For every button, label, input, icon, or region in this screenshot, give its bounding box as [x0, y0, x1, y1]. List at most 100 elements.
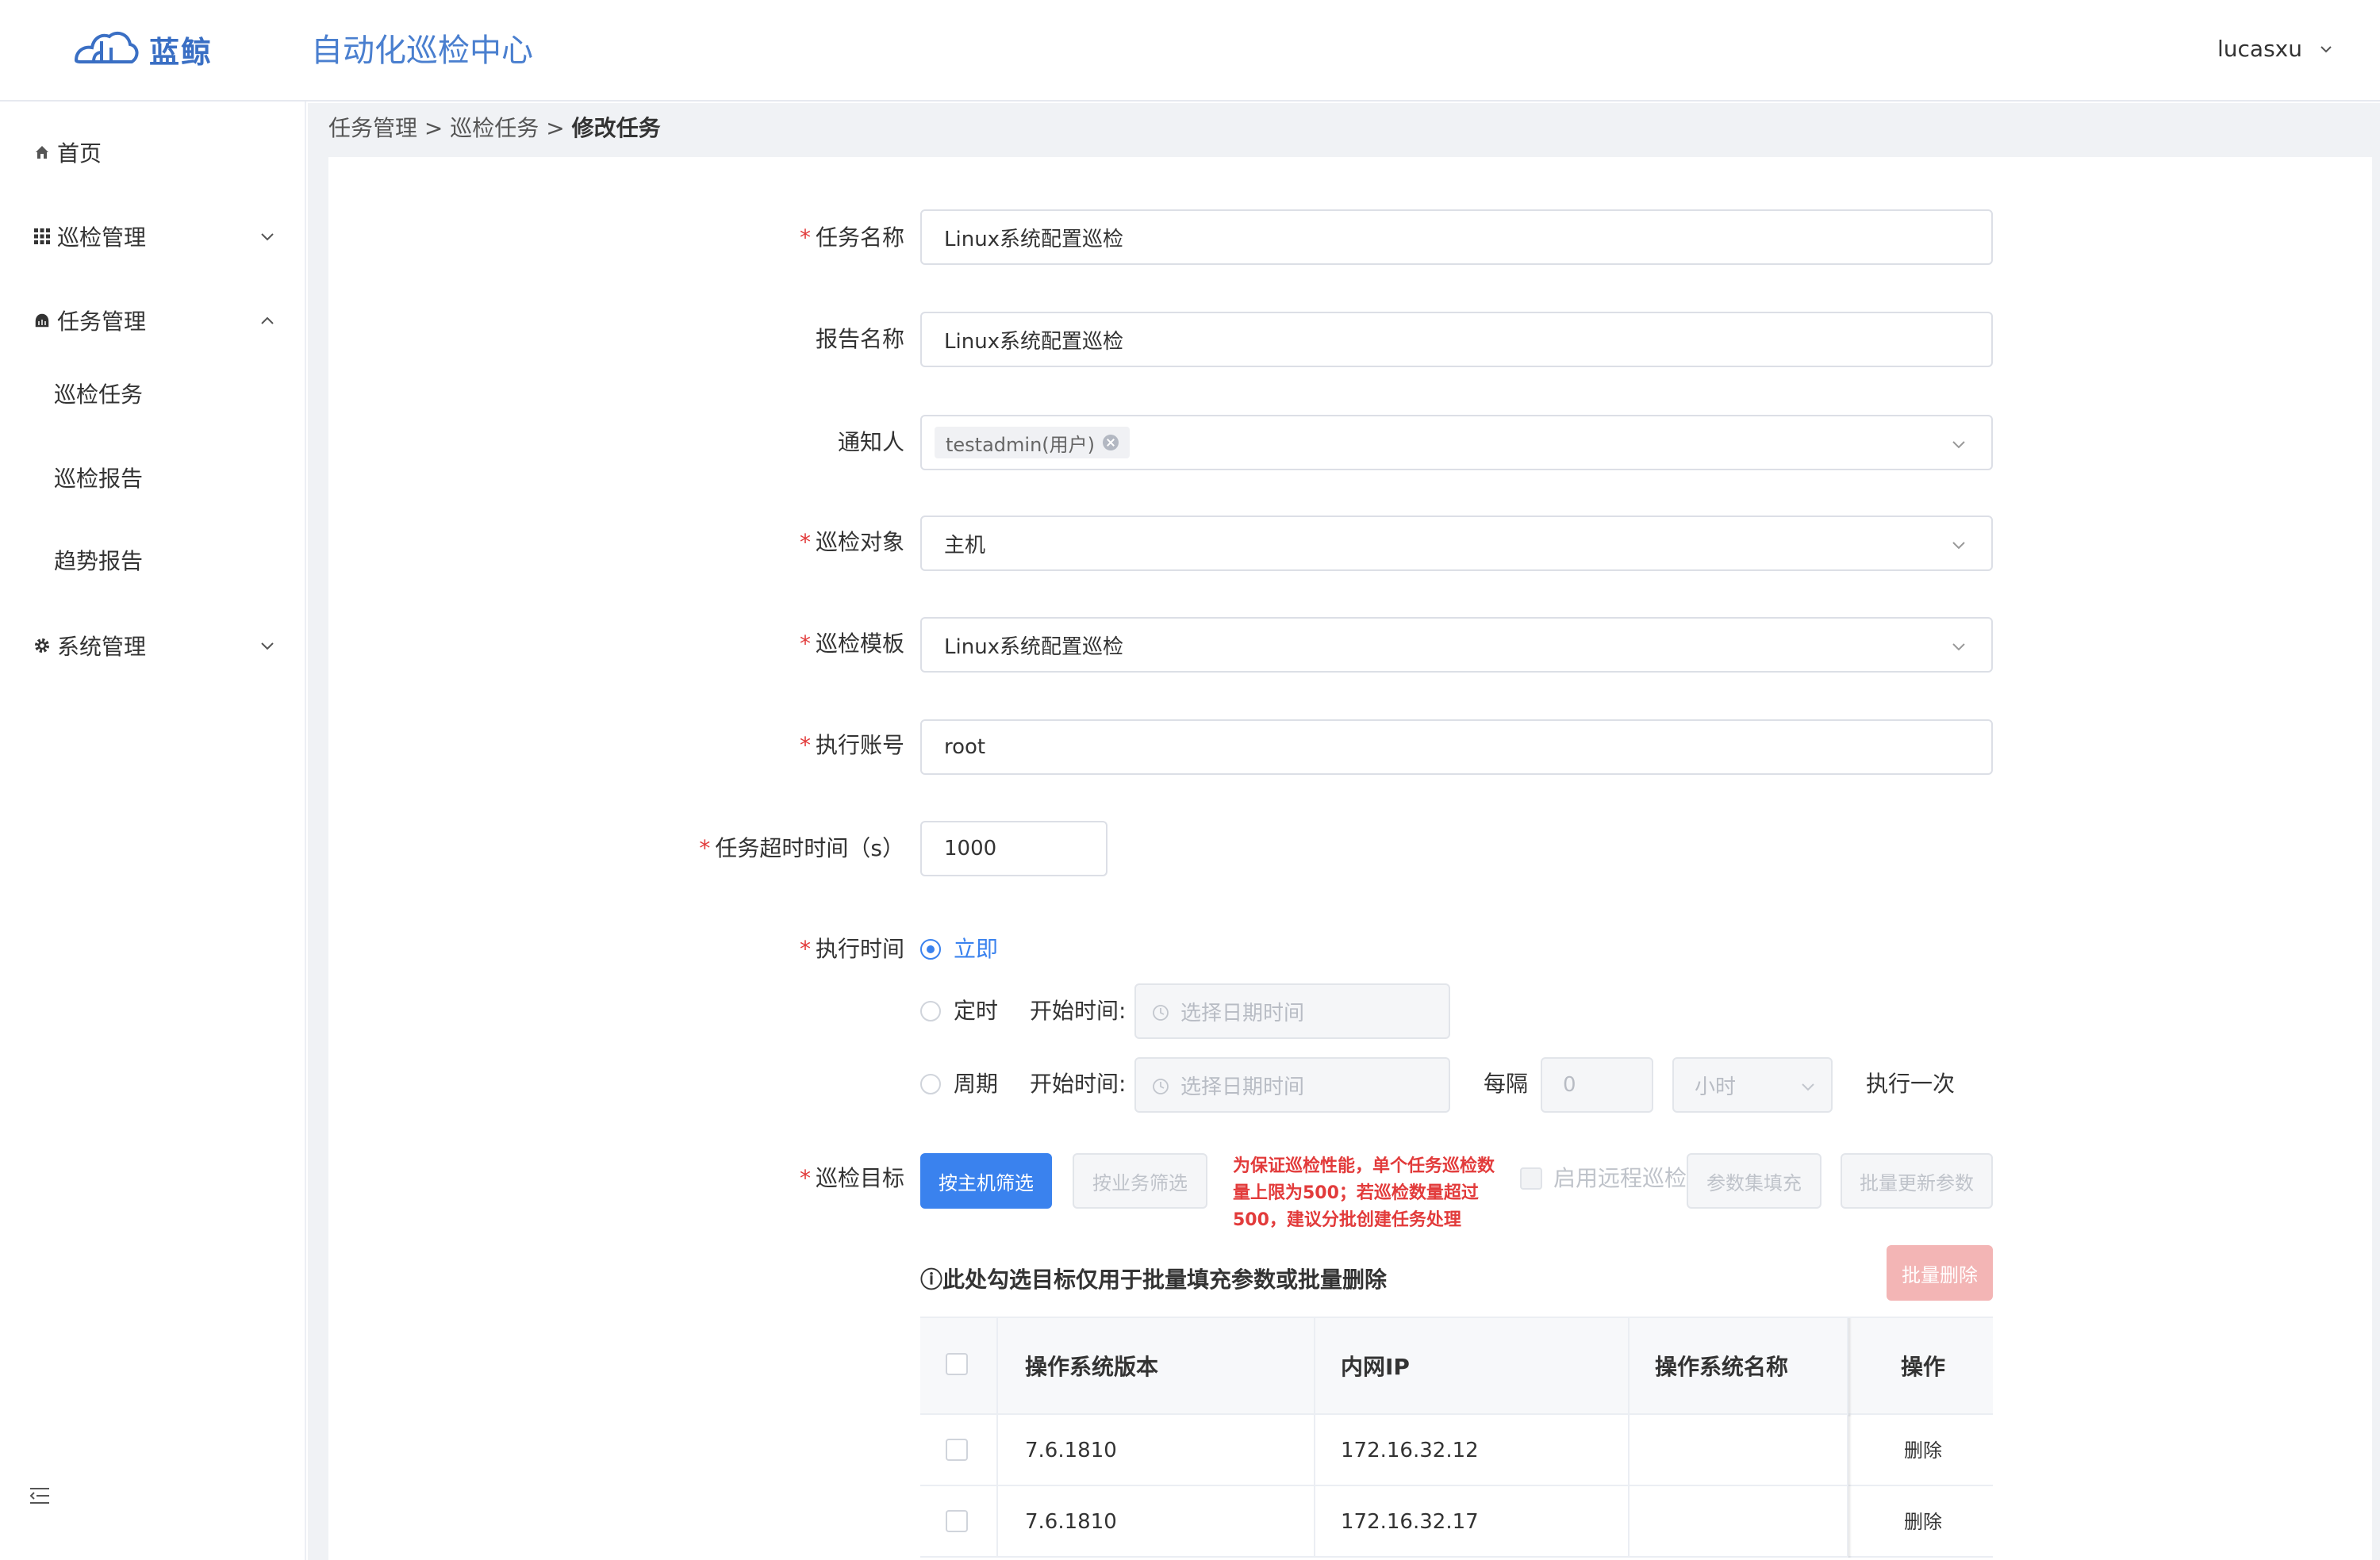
- notify-label: 通知人: [837, 429, 904, 455]
- exec-time-label: * 执行时间: [799, 936, 904, 962]
- column-divider: [1628, 1486, 1630, 1558]
- tag-close-icon[interactable]: [1103, 435, 1119, 450]
- sidebar-item-label: 系统管理: [57, 634, 147, 660]
- fixed-column-shadow: [1848, 1415, 1852, 1486]
- clock-icon: [1153, 1079, 1169, 1094]
- radio-scheduled[interactable]: [920, 1001, 941, 1021]
- logo[interactable]: 蓝鲸: [70, 17, 213, 81]
- sidebar-item-system-manage[interactable]: 系统管理: [0, 614, 306, 677]
- timeout-label: * 任务超时时间（s）: [699, 835, 904, 861]
- sidebar-item-home[interactable]: 首页: [0, 121, 306, 184]
- user-menu[interactable]: lucasxu: [2217, 32, 2332, 67]
- interval-unit-select[interactable]: 小时: [1672, 1057, 1833, 1113]
- gear-icon: [35, 638, 49, 653]
- template-select[interactable]: Linux系统配置巡检: [920, 617, 1993, 673]
- radio-periodic-label[interactable]: 周期: [954, 1068, 998, 1100]
- delete-row-link[interactable]: 删除: [1904, 1415, 1942, 1486]
- report-name-input[interactable]: Linux系统配置巡检: [920, 312, 1993, 367]
- breadcrumb-task-manage[interactable]: 任务管理: [328, 115, 417, 141]
- radio-immediate-label[interactable]: 立即: [954, 933, 998, 965]
- timeout-input[interactable]: 1000: [920, 821, 1107, 876]
- breadcrumb-current: 修改任务: [571, 115, 661, 141]
- account-input[interactable]: root: [920, 719, 1993, 775]
- table-row: 7.6.1810 172.16.32.12 删除: [920, 1415, 1993, 1486]
- cell-ip: 172.16.32.12: [1341, 1439, 1479, 1462]
- collapse-sidebar-icon[interactable]: [29, 1485, 51, 1507]
- interval-input[interactable]: 0: [1541, 1057, 1653, 1113]
- grid-icon: [34, 228, 50, 244]
- column-divider: [1628, 1318, 1630, 1416]
- column-action: 操作: [1901, 1354, 1946, 1380]
- row-checkbox[interactable]: [946, 1439, 968, 1461]
- chevron-down-icon: [1952, 441, 1965, 449]
- chevron-down-icon: [1952, 643, 1965, 651]
- sidebar-item-label: 首页: [57, 140, 102, 167]
- row-checkbox[interactable]: [946, 1510, 968, 1532]
- remote-inspection-checkbox[interactable]: [1520, 1167, 1542, 1190]
- column-ip[interactable]: 内网IP: [1341, 1318, 1410, 1416]
- column-divider: [1847, 1318, 1848, 1416]
- clock-icon: [1153, 1005, 1169, 1021]
- start-time-label: 开始时间:: [1030, 998, 1127, 1024]
- chevron-down-icon: [261, 642, 274, 650]
- sidebar-subitem-inspection-task[interactable]: 巡检任务: [54, 371, 143, 419]
- user-name: lucasxu: [2217, 36, 2302, 62]
- periodic-datetime-input[interactable]: 选择日期时间: [1134, 1057, 1450, 1113]
- column-os-version[interactable]: 操作系统版本: [1025, 1318, 1158, 1416]
- delete-row-link[interactable]: 删除: [1904, 1486, 1942, 1558]
- sidebar-subitem-inspection-report[interactable]: 巡检报告: [54, 455, 143, 503]
- batch-delete-button[interactable]: 批量删除: [1887, 1245, 1993, 1301]
- param-set-fill-button[interactable]: 参数集填充: [1687, 1153, 1821, 1209]
- notify-tag: testadmin(用户): [935, 427, 1130, 458]
- remote-inspection-label: 启用远程巡检: [1553, 1165, 1687, 1191]
- datetime-placeholder: 选择日期时间: [1180, 1001, 1305, 1025]
- account-label: * 执行账号: [799, 732, 904, 758]
- bluewhale-logo-icon: [74, 31, 139, 63]
- home-icon: [36, 146, 48, 159]
- chevron-down-icon: [2320, 46, 2332, 53]
- template-label: * 巡检模板: [799, 631, 904, 657]
- column-divider: [1628, 1415, 1630, 1486]
- report-name-label: 报告名称: [815, 326, 904, 352]
- top-header: 蓝鲸 自动化巡检中心 lucasxu: [0, 0, 2380, 102]
- column-divider: [1314, 1486, 1315, 1558]
- select-all-checkbox[interactable]: [946, 1353, 968, 1375]
- column-divider: [996, 1318, 998, 1416]
- task-icon: [34, 312, 50, 328]
- sidebar: 首页 巡检管理 任务管理 巡检任务 巡检报告 趋势报告 系统管理: [0, 102, 306, 1560]
- filter-by-business-button[interactable]: 按业务筛选: [1073, 1153, 1207, 1209]
- sidebar-item-label: 任务管理: [57, 309, 147, 335]
- scheduled-datetime-input[interactable]: 选择日期时间: [1134, 983, 1450, 1039]
- breadcrumb-inspection-task[interactable]: 巡检任务: [450, 115, 539, 141]
- sidebar-item-inspection-manage[interactable]: 巡检管理: [0, 205, 306, 268]
- interval-unit-value: 小时: [1695, 1075, 1737, 1099]
- target-type-select[interactable]: 主机: [920, 516, 1993, 571]
- notify-select[interactable]: testadmin(用户): [920, 415, 1993, 470]
- table-row: 7.6.1810 172.16.32.17 删除: [920, 1486, 1993, 1558]
- column-os-name[interactable]: 操作系统名称: [1655, 1318, 1788, 1416]
- filter-by-host-button[interactable]: 按主机筛选: [920, 1153, 1052, 1209]
- targets-label: * 巡检目标: [799, 1165, 904, 1191]
- batch-update-params-button[interactable]: 批量更新参数: [1841, 1153, 1993, 1209]
- breadcrumb-separator: >: [539, 115, 572, 141]
- target-type-label: * 巡检对象: [799, 529, 904, 555]
- selection-note: ⓘ此处勾选目标仅用于批量填充参数或批量删除: [920, 1267, 1388, 1293]
- column-divider: [996, 1415, 998, 1486]
- notify-tag-label: testadmin(用户): [946, 433, 1096, 456]
- logo-text: 蓝鲸: [149, 34, 213, 70]
- start-time-label: 开始时间:: [1030, 1071, 1127, 1097]
- sidebar-item-label: 巡检管理: [57, 224, 147, 251]
- every-label: 每隔: [1484, 1071, 1529, 1097]
- breadcrumb-separator: >: [417, 115, 451, 141]
- sidebar-item-task-manage[interactable]: 任务管理: [0, 289, 306, 352]
- radio-periodic[interactable]: [920, 1074, 941, 1094]
- radio-immediate[interactable]: [920, 939, 941, 960]
- limit-warning-text: 为保证巡检性能，单个任务巡检数量上限为500；若巡检数量超过500，建议分批创建…: [1233, 1156, 1495, 1230]
- column-divider: [1314, 1318, 1315, 1416]
- execute-once-label: 执行一次: [1866, 1071, 1956, 1097]
- task-name-input[interactable]: Linux系统配置巡检: [920, 209, 1993, 265]
- chevron-down-icon: [1802, 1083, 1814, 1091]
- sidebar-subitem-trend-report[interactable]: 趋势报告: [54, 538, 143, 585]
- cell-os-version: 7.6.1810: [1025, 1439, 1117, 1462]
- radio-scheduled-label[interactable]: 定时: [954, 995, 998, 1027]
